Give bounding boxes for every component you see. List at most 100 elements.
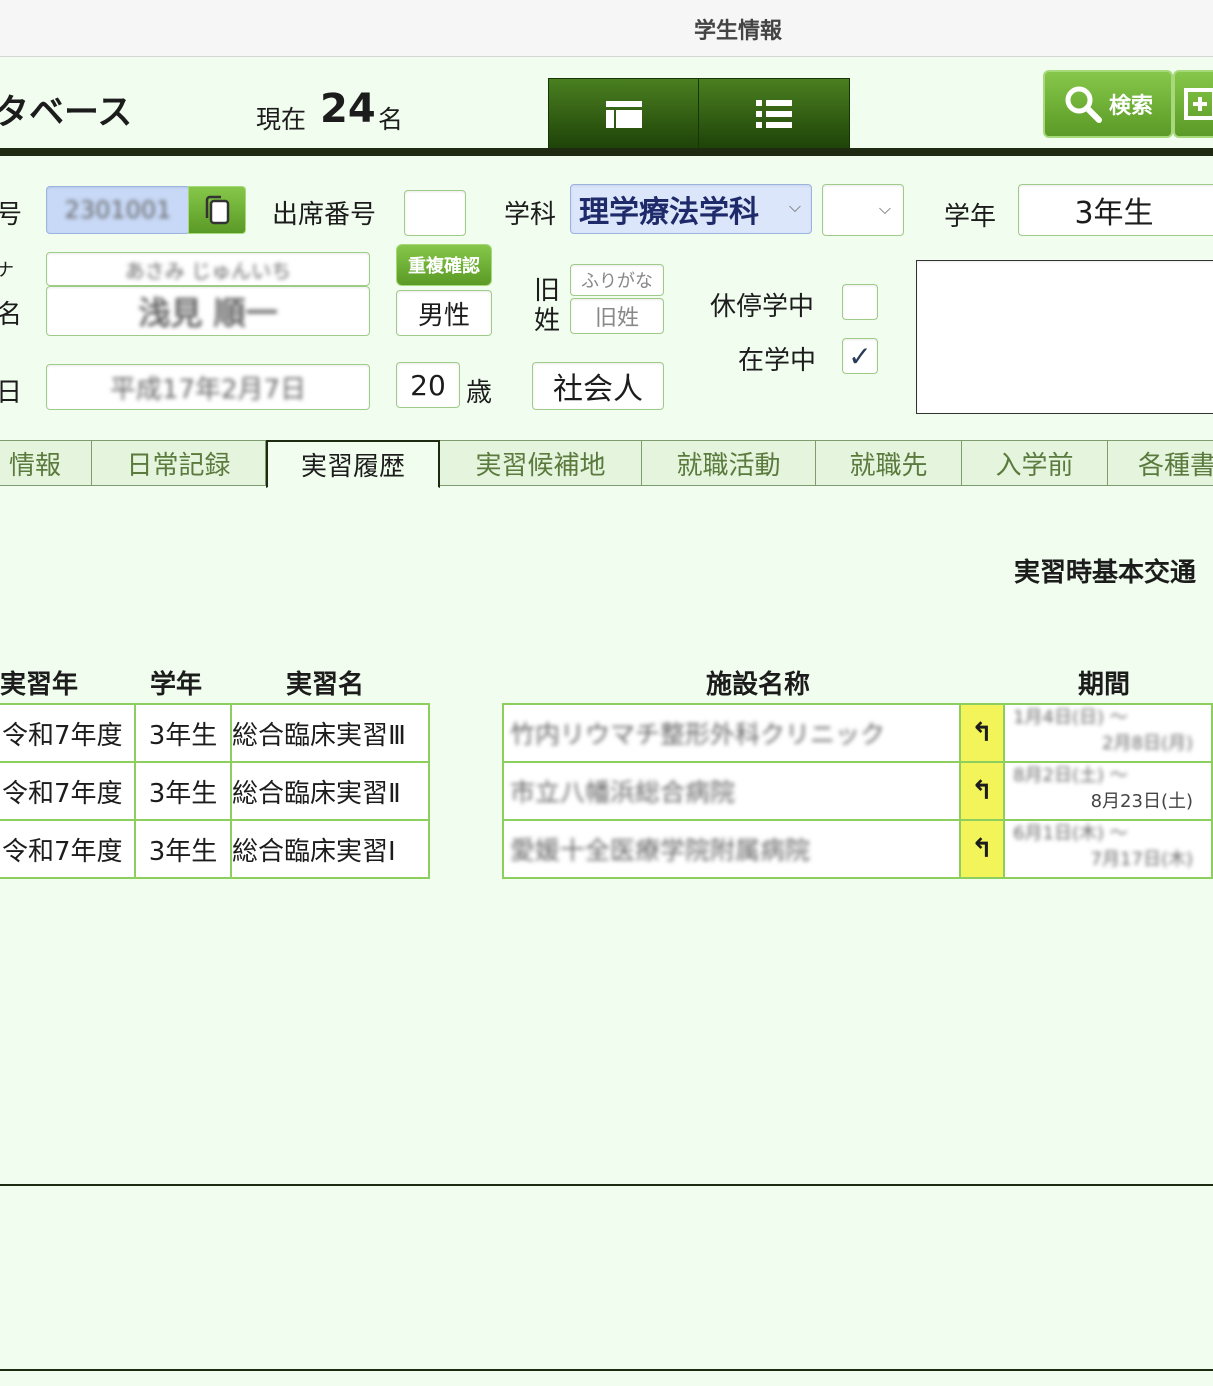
duplicate-check-button[interactable]: 重複確認 bbox=[396, 244, 492, 286]
row-year: 令和7年度 bbox=[0, 703, 136, 763]
tab-pre-admission[interactable]: 入学前 bbox=[962, 440, 1108, 486]
tab-job-hunting-label: 就職活動 bbox=[676, 450, 781, 481]
grade-field[interactable]: 3年生 bbox=[1018, 184, 1213, 236]
department-sub-chevron-icon: ⌵ bbox=[878, 199, 891, 218]
attendance-field[interactable] bbox=[404, 190, 466, 236]
table-row[interactable]: 令和7年度 3年生 総合臨床実習Ⅱ bbox=[0, 761, 430, 821]
period-sep: ～ bbox=[1109, 765, 1128, 786]
row-grade: 3年生 bbox=[134, 819, 232, 879]
copy-icon bbox=[205, 195, 230, 225]
department-select[interactable]: 理学療法学科 ⌵ bbox=[570, 184, 812, 234]
tab-daily-records[interactable]: 日常記録 bbox=[92, 440, 266, 486]
tab-practicum-history[interactable]: 実習履歴 bbox=[266, 440, 440, 488]
row-practicum-name: 総合臨床実習Ⅱ bbox=[230, 761, 430, 821]
attendance-label: 出席番号 bbox=[272, 200, 377, 230]
kana-field[interactable]: あさみ じゅんいち bbox=[46, 252, 370, 286]
enrolled-checkbox[interactable]: ✓ bbox=[842, 338, 878, 374]
row-practicum-name: 総合臨床実習Ⅰ bbox=[230, 819, 430, 879]
status-value: 社会人 bbox=[553, 372, 643, 407]
col-header-year: 実習年 bbox=[0, 670, 79, 700]
period-start: 6月1日(木) bbox=[1013, 823, 1105, 844]
jump-arrow-icon[interactable]: ↰ bbox=[958, 703, 1006, 763]
leave-checkbox[interactable] bbox=[842, 284, 878, 320]
name-label: 名 bbox=[0, 300, 23, 330]
table-row[interactable]: 令和7年度 3年生 総合臨床実習Ⅰ bbox=[0, 819, 430, 879]
tab-employer-label: 就職先 bbox=[849, 450, 928, 481]
tab-practicum-candidates[interactable]: 実習候補地 bbox=[440, 440, 642, 486]
table-row[interactable]: 竹内リウマチ整形外科クリニック ↰ 1月4日(日) ～ 2月8日(月) bbox=[502, 703, 1213, 763]
department-label: 学科 bbox=[504, 200, 557, 230]
period-end: 8月23日(土) bbox=[1090, 791, 1193, 812]
status-field[interactable]: 社会人 bbox=[532, 362, 664, 410]
jump-arrow-icon[interactable]: ↰ bbox=[958, 819, 1006, 879]
form-view-icon bbox=[606, 101, 642, 128]
table-row[interactable]: 令和7年度 3年生 総合臨床実習Ⅲ bbox=[0, 703, 430, 763]
tab-info[interactable]: 情報 bbox=[0, 440, 92, 486]
old-surname-field[interactable]: 旧姓 bbox=[570, 298, 664, 334]
tab-documents[interactable]: 各種書 bbox=[1108, 440, 1213, 486]
search-icon bbox=[1065, 86, 1102, 123]
row-year: 令和7年度 bbox=[0, 819, 136, 879]
tab-info-label: 情報 bbox=[8, 450, 61, 481]
tab-employer[interactable]: 就職先 bbox=[816, 440, 962, 486]
age-field: 20 bbox=[396, 362, 460, 408]
facility-table: 竹内リウマチ整形外科クリニック ↰ 1月4日(日) ～ 2月8日(月) 市立八幡… bbox=[502, 703, 1213, 879]
tab-job-hunting[interactable]: 就職活動 bbox=[642, 440, 816, 486]
grade-value: 3年生 bbox=[1074, 196, 1154, 231]
practicum-table: 令和7年度 3年生 総合臨床実習Ⅲ 令和7年度 3年生 総合臨床実習Ⅱ 令和7年… bbox=[0, 703, 430, 879]
form-view-button[interactable] bbox=[548, 78, 700, 150]
count-suffix: 名 bbox=[378, 105, 404, 134]
department-chevron-icon: ⌵ bbox=[788, 197, 801, 216]
jump-arrow-icon[interactable]: ↰ bbox=[958, 761, 1006, 821]
gender-field[interactable]: 男性 bbox=[396, 290, 492, 336]
old-surname-placeholder: 旧姓 bbox=[594, 306, 639, 331]
tab-pre-admission-label: 入学前 bbox=[995, 450, 1074, 481]
student-id-value: 2301001 bbox=[64, 196, 172, 224]
period-sep: ～ bbox=[1109, 823, 1128, 844]
col-header-facility: 施設名称 bbox=[706, 670, 811, 700]
period-end: 2月8日(月) bbox=[1102, 733, 1193, 754]
facility-name: 愛媛十全医療学院附属病院 bbox=[510, 836, 811, 865]
leave-label: 休停学中 bbox=[710, 292, 815, 322]
count-prefix: 現在 bbox=[256, 105, 307, 134]
tab-documents-label: 各種書 bbox=[1138, 450, 1213, 481]
period-start: 8月2日(土) bbox=[1013, 765, 1105, 786]
row-facility: 愛媛十全医療学院附属病院 bbox=[502, 819, 961, 879]
period-end: 7月17日(木) bbox=[1090, 849, 1193, 870]
age-unit: 歳 bbox=[466, 378, 493, 408]
window-title: 学生情報 bbox=[693, 19, 782, 44]
row-period: 1月4日(日) ～ 2月8日(月) bbox=[1003, 703, 1213, 763]
copy-button[interactable] bbox=[188, 186, 246, 234]
col-header-period: 期間 bbox=[1078, 670, 1131, 700]
table-row[interactable]: 愛媛十全医療学院附属病院 ↰ 6月1日(木) ～ 7月17日(木) bbox=[502, 819, 1213, 879]
notes-field[interactable] bbox=[916, 260, 1213, 414]
old-kana-field[interactable]: ふりがな bbox=[570, 264, 664, 296]
birthdate-field[interactable]: 平成17年2月7日 bbox=[46, 364, 370, 410]
row-period: 6月1日(木) ～ 7月17日(木) bbox=[1003, 819, 1213, 879]
row-grade: 3年生 bbox=[134, 703, 232, 763]
duplicate-check-label: 重複確認 bbox=[408, 256, 480, 277]
name-field[interactable]: 浅見 順一 bbox=[46, 286, 370, 336]
col-header-name: 実習名 bbox=[286, 670, 365, 700]
window-titlebar: 学生情報 bbox=[0, 0, 1213, 57]
new-record-button[interactable] bbox=[1173, 70, 1213, 138]
list-view-button[interactable] bbox=[698, 78, 850, 150]
tab-bar: 情報 日常記録 実習履歴 実習候補地 就職活動 就職先 入学前 各種書 bbox=[0, 440, 1213, 488]
new-record-icon bbox=[1184, 88, 1213, 120]
birthdate-value: 平成17年2月7日 bbox=[109, 374, 307, 405]
facility-name: 竹内リウマチ整形外科クリニック bbox=[510, 720, 886, 749]
row-grade: 3年生 bbox=[134, 761, 232, 821]
kana-label: ナ bbox=[0, 260, 14, 281]
search-button[interactable]: 検索 bbox=[1043, 70, 1173, 138]
birthdate-label: 日 bbox=[0, 378, 23, 408]
old-kana-placeholder: ふりがな bbox=[581, 271, 653, 292]
table-row[interactable]: 市立八幡浜総合病院 ↰ 8月2日(土) ～ 8月23日(土) bbox=[502, 761, 1213, 821]
student-id-field[interactable]: 2301001 bbox=[46, 186, 190, 234]
old-surname-label-2: 姓 bbox=[534, 306, 561, 336]
col-header-grade: 学年 bbox=[150, 670, 203, 700]
student-id-label: 号 bbox=[0, 200, 23, 230]
department-sub-select[interactable]: ⌵ bbox=[822, 184, 904, 236]
record-count: 24 bbox=[320, 86, 376, 132]
period-sep: ～ bbox=[1109, 707, 1128, 728]
age-value: 20 bbox=[410, 368, 446, 402]
